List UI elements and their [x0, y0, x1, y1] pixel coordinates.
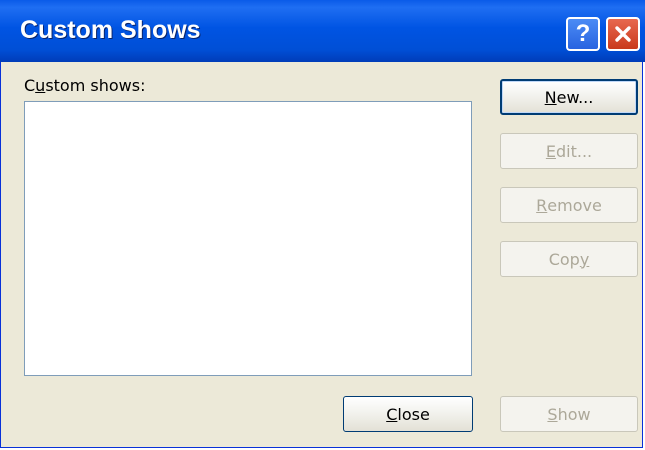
help-icon: ?: [575, 20, 591, 47]
help-button[interactable]: ?: [566, 17, 600, 51]
remove-button[interactable]: Remove: [500, 187, 638, 223]
custom-shows-list[interactable]: [24, 101, 472, 376]
copy-button[interactable]: Cop y: [500, 241, 638, 277]
custom-shows-label: Custom shows:: [24, 76, 146, 95]
close-button[interactable]: Close: [343, 396, 473, 432]
close-window-button[interactable]: [606, 17, 640, 51]
title-bar[interactable]: Custom Shows ?: [0, 0, 645, 62]
show-button[interactable]: Show: [500, 396, 638, 432]
edit-button[interactable]: Edit...: [500, 133, 638, 169]
new-button[interactable]: New...: [500, 79, 638, 115]
dialog-title: Custom Shows: [20, 16, 201, 44]
close-icon: [615, 26, 631, 42]
custom-shows-dialog: Custom Shows ? Custom shows: New... Edit…: [0, 0, 645, 448]
